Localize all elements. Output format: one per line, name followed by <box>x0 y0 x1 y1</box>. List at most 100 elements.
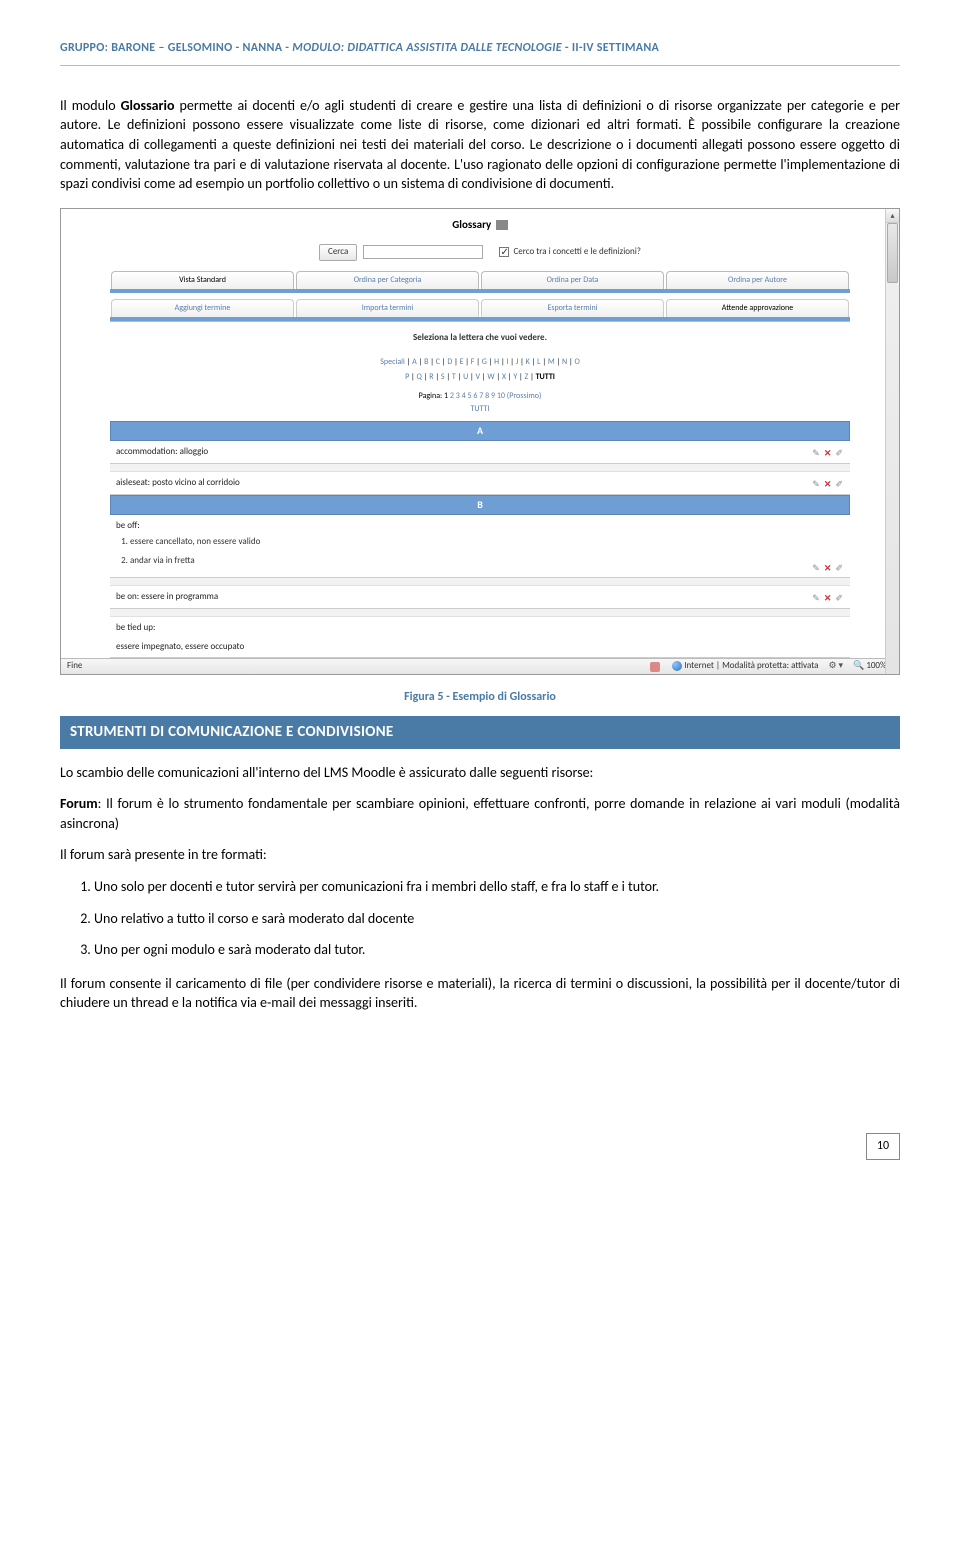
page-link[interactable]: 2 <box>450 391 454 401</box>
alpha-letter[interactable]: Z <box>525 372 529 382</box>
alpha-letter[interactable]: D <box>447 357 452 367</box>
scroll-up-icon[interactable]: ▴ <box>886 209 899 223</box>
alpha-letter[interactable]: C <box>436 357 440 367</box>
page-number: 10 <box>866 1133 900 1160</box>
zoom-tools-icon[interactable]: ⚙ ▾ <box>828 660 843 673</box>
scrollbar[interactable]: ▴ <box>885 209 899 674</box>
alpha-letter[interactable]: J <box>516 357 519 367</box>
edit-icon[interactable]: ✐ <box>835 593 844 606</box>
status-left: Fine <box>67 660 82 673</box>
entry-action-icons: ✎ ✕ ✐ <box>812 593 844 606</box>
alpha-speciali[interactable]: Speciali <box>380 357 405 367</box>
alpha-letter[interactable]: O <box>574 357 579 367</box>
alpha-letter[interactable]: B <box>424 357 428 367</box>
entry-def: essere impegnato, essere occupato <box>116 641 844 654</box>
entry-def: andar via in fretta <box>130 555 844 568</box>
search-input[interactable] <box>363 245 483 259</box>
list-item: Uno relativo a tutto il corso e sarà mod… <box>94 909 900 929</box>
body-p1: Lo scambio delle comunicazioni all'inter… <box>60 763 900 783</box>
glossary-title: Glossary <box>110 209 850 238</box>
shield-icon <box>650 662 660 672</box>
alphabet-row-1: Speciali | A | B | C | D | E | F | G | H… <box>110 355 850 370</box>
forum-label: Forum <box>60 795 98 812</box>
page-link[interactable]: 9 <box>491 391 495 401</box>
search-button[interactable]: Cerca <box>319 244 357 261</box>
delete-icon[interactable]: ✕ <box>824 448 833 461</box>
alpha-letter[interactable]: F <box>471 357 475 367</box>
tab-ordina-autore[interactable]: Ordina per Autore <box>666 271 849 289</box>
alpha-tutti[interactable]: TUTTI <box>536 372 555 382</box>
alpha-letter[interactable]: V <box>476 372 481 382</box>
tutti-link[interactable]: TUTTI <box>110 404 850 421</box>
alpha-letter[interactable]: A <box>412 357 417 367</box>
pagina-current: Pagina: 1 <box>419 391 448 401</box>
delete-icon[interactable]: ✕ <box>824 479 833 492</box>
delete-icon[interactable]: ✕ <box>824 593 833 606</box>
body-p4: Il forum consente il caricamento di file… <box>60 974 900 1013</box>
alpha-letter[interactable]: Y <box>513 372 517 382</box>
alpha-letter[interactable]: T <box>452 372 456 382</box>
page-link[interactable]: 5 <box>468 391 472 401</box>
tab-attende-approvazione[interactable]: Attende approvazione <box>666 299 849 317</box>
list-item: Uno solo per docenti e tutor servirà per… <box>94 877 900 897</box>
edit-icon[interactable]: ✐ <box>835 448 844 461</box>
tab-importa-termini[interactable]: Importa termini <box>296 299 479 317</box>
tab-aggiungi-termine[interactable]: Aggiungi termine <box>111 299 294 317</box>
page-link[interactable]: 3 <box>456 391 460 401</box>
entry-spacer <box>110 578 850 586</box>
alpha-letter[interactable]: X <box>502 372 506 382</box>
glossary-entry: be tied up: essere impegnato, essere occ… <box>110 617 850 658</box>
comment-icon[interactable]: ✎ <box>812 479 821 492</box>
alpha-letter[interactable]: L <box>537 357 540 367</box>
page-next[interactable]: (Prossimo) <box>507 391 542 401</box>
search-row: Cerca Cerco tra i concetti e le definizi… <box>110 238 850 271</box>
entry-term: be off: <box>116 520 844 533</box>
alpha-letter[interactable]: K <box>526 357 530 367</box>
tab-vista-standard[interactable]: Vista Standard <box>111 271 294 289</box>
search-checkbox[interactable] <box>499 247 509 257</box>
page-link[interactable]: 6 <box>473 391 477 401</box>
edit-icon[interactable]: ✐ <box>835 479 844 492</box>
list-item: Uno per ogni modulo e sarà moderato dal … <box>94 940 900 960</box>
edit-icon[interactable]: ✐ <box>835 563 844 576</box>
page-link[interactable]: 10 <box>497 391 505 401</box>
delete-icon[interactable]: ✕ <box>824 563 833 576</box>
scroll-thumb[interactable] <box>887 223 898 283</box>
alpha-letter[interactable]: E <box>460 357 464 367</box>
glossary-entry: be on: essere in programma ✎ ✕ ✐ <box>110 586 850 609</box>
select-letter-label: Seleziona la lettera che vuoi vedere. <box>110 321 850 355</box>
alpha-letter[interactable]: P <box>405 372 409 382</box>
body-p2: Forum: Il forum è lo strumento fondament… <box>60 794 900 833</box>
glossary-entry: accommodation: alloggio ✎ ✕ ✐ <box>110 441 850 464</box>
glossary-screenshot: ▴ Glossary Cerca Cerco tra i concetti e … <box>60 208 900 675</box>
page-link[interactable]: 8 <box>485 391 489 401</box>
pagination-row: Pagina: 1 2 3 4 5 6 7 8 9 10 (Prossimo) <box>110 385 850 404</box>
alphabet-row-2: P | Q | R | S | T | U | V | W | X | Y | … <box>110 370 850 385</box>
tab-esporta-termini[interactable]: Esporta termini <box>481 299 664 317</box>
tab-ordina-categoria[interactable]: Ordina per Categoria <box>296 271 479 289</box>
page-link[interactable]: 7 <box>479 391 483 401</box>
search-checkbox-label: Cerco tra i concetti e le definizioni? <box>513 246 641 257</box>
entry-action-icons: ✎ ✕ ✐ <box>812 479 844 492</box>
alpha-letter[interactable]: R <box>429 372 433 382</box>
letter-header-b: B <box>110 495 850 515</box>
comment-icon[interactable]: ✎ <box>812 593 821 606</box>
alpha-letter[interactable]: H <box>494 357 499 367</box>
alpha-letter[interactable]: I <box>506 357 508 367</box>
alpha-letter[interactable]: Q <box>417 372 422 382</box>
alpha-letter[interactable]: M <box>548 357 555 367</box>
alpha-letter[interactable]: U <box>463 372 468 382</box>
print-icon[interactable] <box>496 220 508 230</box>
header-group: GRUPPO: BARONE – GELSOMINO - NANNA - <box>60 41 292 55</box>
alpha-letter[interactable]: G <box>482 357 487 367</box>
tab-ordina-data[interactable]: Ordina per Data <box>481 271 664 289</box>
entry-action-icons: ✎ ✕ ✐ <box>812 563 844 576</box>
page-link[interactable]: 4 <box>462 391 466 401</box>
comment-icon[interactable]: ✎ <box>812 448 821 461</box>
comment-icon[interactable]: ✎ <box>812 563 821 576</box>
alpha-letter[interactable]: N <box>562 357 567 367</box>
entry-spacer <box>110 609 850 617</box>
letter-header-a: A <box>110 421 850 441</box>
alpha-letter[interactable]: S <box>441 372 445 382</box>
alpha-letter[interactable]: W <box>487 372 494 382</box>
